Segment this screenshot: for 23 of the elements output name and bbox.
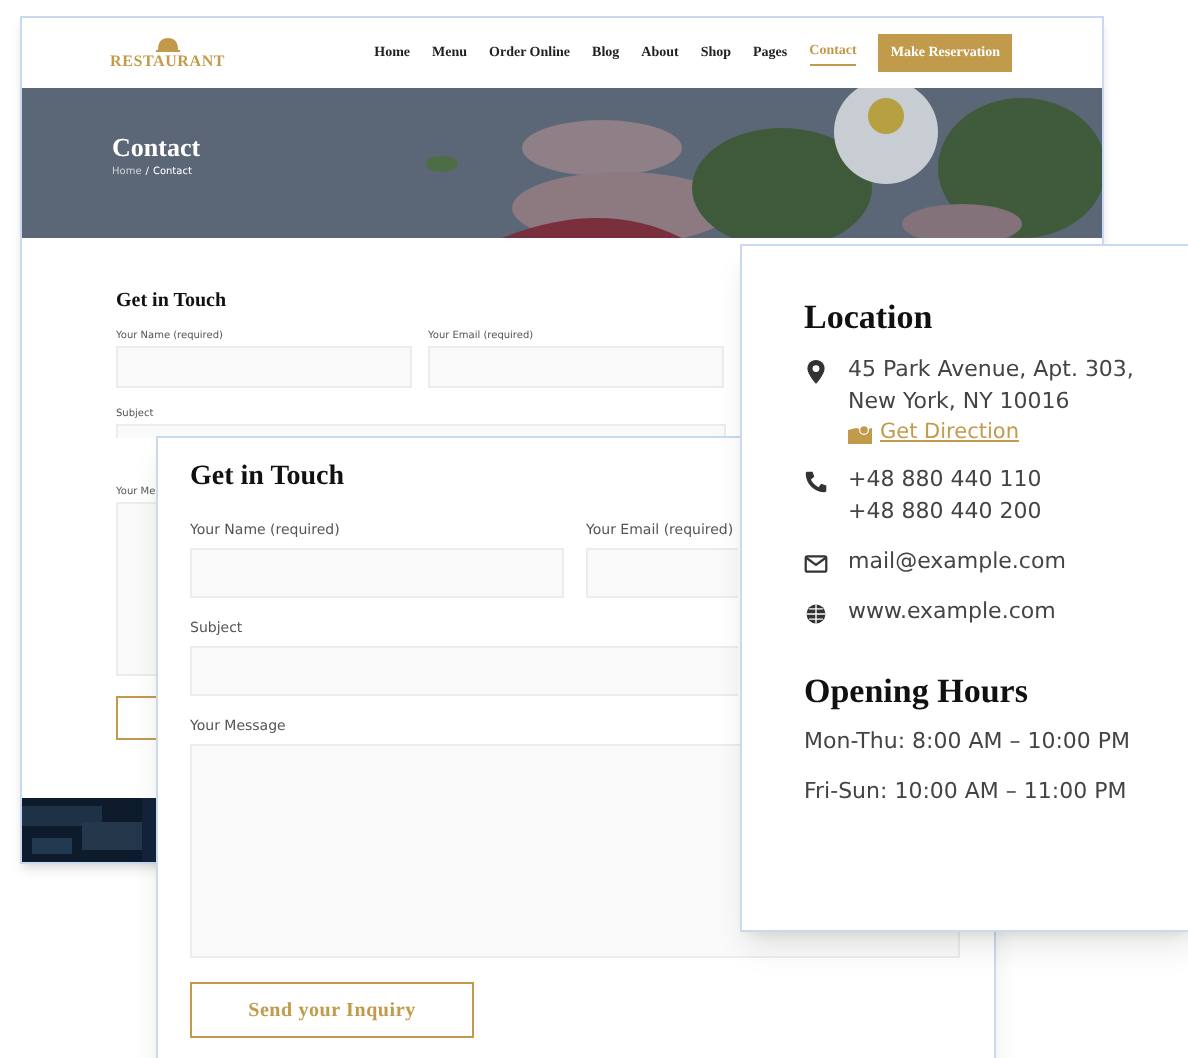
page-title: Contact bbox=[112, 132, 203, 162]
message-field[interactable] bbox=[116, 502, 156, 676]
contact-text: www.example.com bbox=[848, 596, 1056, 628]
dome-icon bbox=[155, 36, 180, 52]
input-field[interactable] bbox=[190, 646, 738, 696]
input-field[interactable] bbox=[586, 548, 738, 598]
send-button[interactable] bbox=[116, 696, 156, 740]
hours-text: Fri-Sun: 10:00 AM – 11:00 PM bbox=[804, 776, 1129, 808]
section-heading: Opening Hours bbox=[804, 672, 1030, 712]
section-heading: Location bbox=[804, 298, 935, 338]
form-heading: Get in Touch bbox=[190, 462, 345, 494]
contact-text: mail@example.com bbox=[848, 546, 1066, 578]
hours-text: Mon-Thu: 8:00 AM – 10:00 PM bbox=[804, 726, 1133, 758]
contact-text: +48 880 440 200 bbox=[848, 496, 1042, 528]
contact-text: 45 Park Avenue, Apt. 303, bbox=[848, 354, 1134, 386]
contact-text: +48 880 440 110 bbox=[848, 464, 1042, 496]
envelope-icon bbox=[804, 552, 828, 576]
map-icon bbox=[848, 423, 872, 443]
form-heading: Get in Touch bbox=[116, 290, 227, 314]
phone-icon bbox=[804, 470, 828, 494]
globe-icon bbox=[804, 602, 828, 626]
pin-icon bbox=[804, 360, 828, 384]
contact-text: New York, NY 10016 bbox=[848, 386, 1072, 418]
